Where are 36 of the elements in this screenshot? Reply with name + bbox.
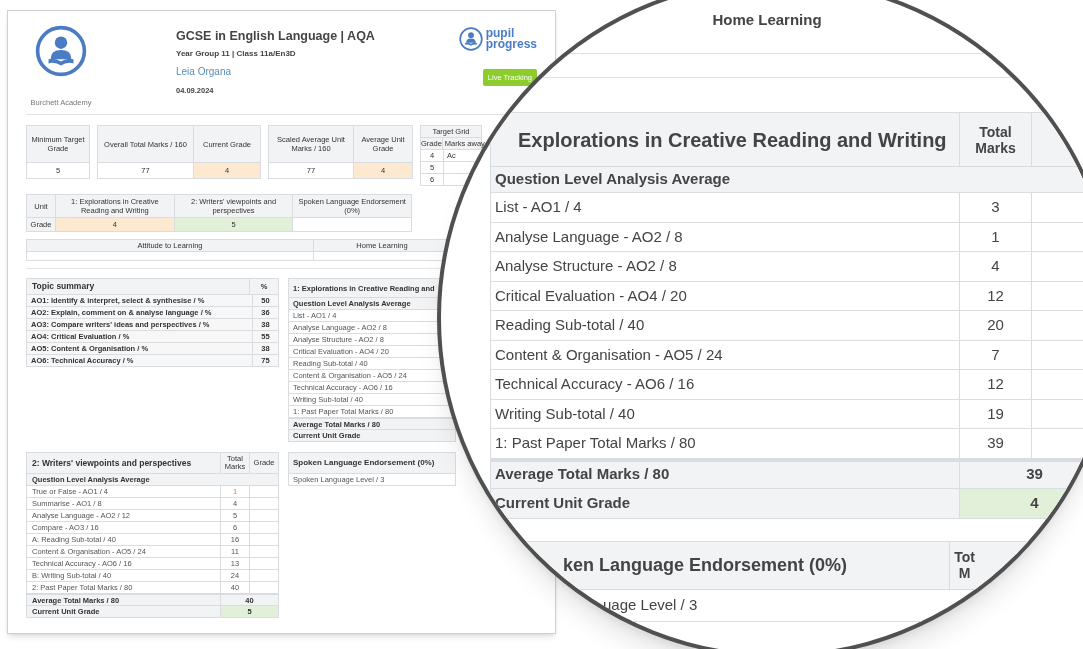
table-cell: 39 (959, 429, 1031, 458)
table-cell-text: Current Unit Grade (494, 492, 631, 513)
table-cell: 3 (959, 193, 1031, 222)
school-logo-icon (35, 25, 87, 77)
table-cell-text: Technical Accuracy - AO6 / 16 (494, 374, 696, 394)
brand-name: progress (485, 39, 537, 50)
brand-logo-icon (458, 27, 483, 51)
table-cell: 19 (959, 399, 1031, 428)
table-title: Spoken Language Endorsement (0%) (289, 453, 455, 474)
column-header: Home Learning (712, 11, 822, 28)
table-cell-text: Analyse Language - AO2 / 8 (494, 226, 684, 247)
class-info: Year Group 11 | Class 11a/En3D (176, 47, 297, 60)
table-cell-text: Writing Sub-total / 40 (494, 403, 636, 424)
table-title: Topic summary (31, 280, 96, 294)
table-cell-text: Analyse Structure - AO2 / 8 (494, 256, 678, 276)
section-header: Question Level Analysis Average (491, 166, 1083, 192)
table-cell: 20 (959, 311, 1031, 340)
table-cell: 39 (959, 461, 1083, 488)
table-title: ken Language Endorsement (0%) (562, 553, 849, 577)
table-cell-text: Reading Sub-total / 40 (494, 315, 646, 335)
table-cell-text: Average Total Marks / 80 (494, 464, 671, 485)
table-cell-text: List - AO1 / 4 (494, 197, 583, 217)
brand-name: pupil (485, 28, 516, 39)
report-title: GCSE in English Language | AQA (176, 28, 375, 45)
table-cell: 7 (959, 340, 1031, 369)
table-cell: 12 (959, 281, 1031, 310)
student-name: Leia Organa (176, 64, 233, 79)
table-title: 2: Writers' viewpoints and perspectives (31, 456, 193, 470)
table-cell-text: Critical Evaluation - AO4 / 20 (494, 285, 688, 306)
table-cell: 4 (959, 252, 1031, 281)
table-cell: 1 (959, 222, 1031, 251)
table-cell-text: Content & Organisation - AO5 / 24 (494, 344, 724, 365)
column-header: Tot M (949, 541, 979, 589)
table-title: Explorations in Creative Reading and Writing (517, 127, 948, 153)
table-cell-text: 1: Past Paper Total Marks / 80 (494, 433, 697, 453)
table-cell: 12 (959, 370, 1031, 399)
